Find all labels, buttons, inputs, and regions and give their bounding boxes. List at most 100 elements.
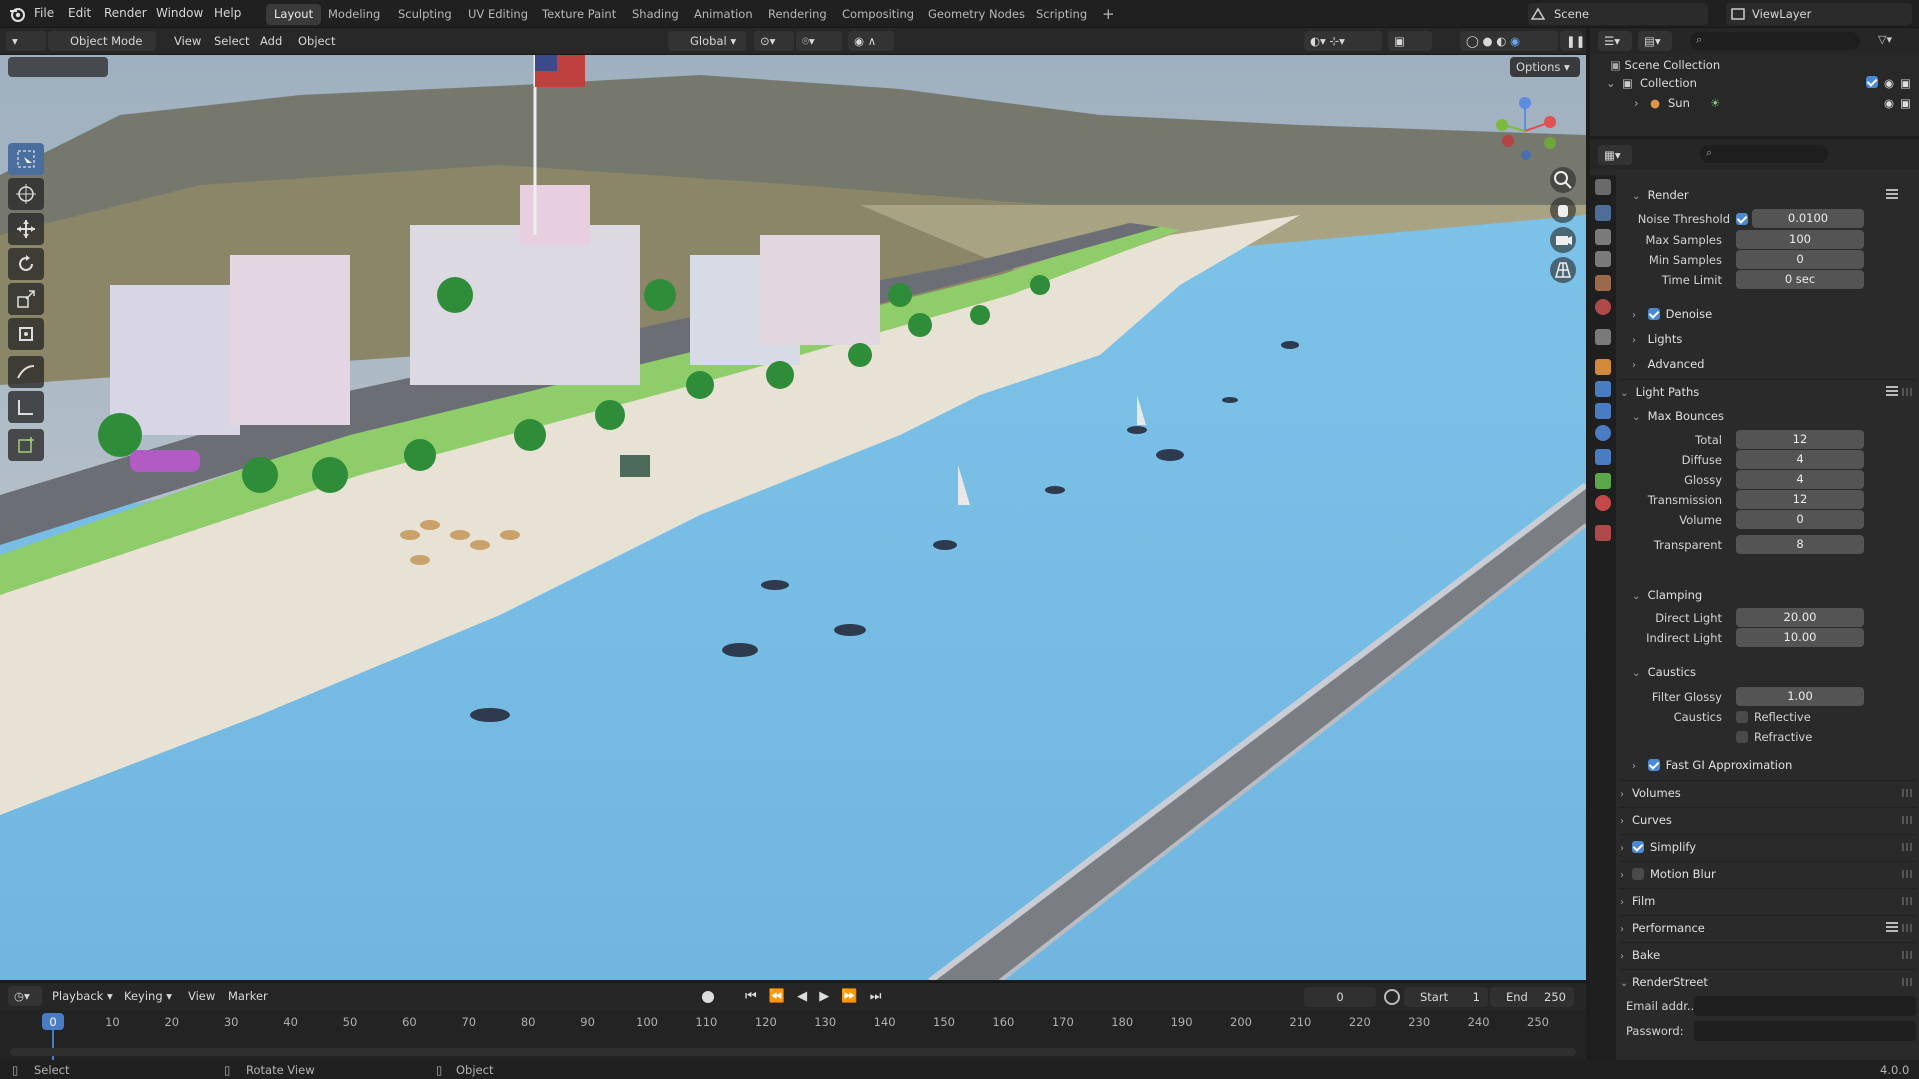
- timeline-scrollbar[interactable]: [10, 1048, 1576, 1056]
- menu-help[interactable]: Help: [214, 6, 241, 20]
- perspective-toggle-button[interactable]: [1550, 257, 1576, 283]
- tab-modeling[interactable]: Modeling: [320, 4, 388, 25]
- scale-tool[interactable]: [8, 283, 44, 315]
- bounce-value-field[interactable]: 4: [1736, 450, 1864, 469]
- simplify-panel[interactable]: › Simplify: [1620, 834, 1916, 858]
- cursor-tool[interactable]: [8, 178, 44, 210]
- bounce-value-field[interactable]: 12: [1736, 490, 1864, 509]
- menu-marker[interactable]: Marker: [222, 986, 274, 1006]
- zoom-button[interactable]: [1550, 167, 1576, 193]
- end-frame-field[interactable]: End 250: [1490, 987, 1574, 1007]
- constraints-tab-icon[interactable]: [1595, 449, 1611, 465]
- start-frame-field[interactable]: Start 1: [1404, 987, 1488, 1007]
- scene-tab-icon[interactable]: [1595, 275, 1611, 291]
- shading-mode-buttons[interactable]: ◯ ● ◐ ◉: [1460, 31, 1558, 51]
- clamping-subpanel[interactable]: ⌄ Clamping: [1632, 583, 1916, 607]
- noise-threshold-field[interactable]: 0.0100: [1752, 209, 1864, 228]
- bake-panel[interactable]: › Bake: [1620, 942, 1916, 966]
- sun-data-icon[interactable]: ☀: [1710, 96, 1720, 110]
- bounce-value-field[interactable]: 4: [1736, 470, 1864, 489]
- select-mode-buttons[interactable]: [8, 57, 108, 77]
- editor-type-button[interactable]: ▾: [6, 31, 46, 51]
- bounce-value-field[interactable]: 8: [1736, 535, 1864, 554]
- denoise-subpanel[interactable]: › Denoise: [1632, 302, 1916, 326]
- tab-compositing[interactable]: Compositing: [834, 4, 922, 25]
- max-bounces-subpanel[interactable]: ⌄ Max Bounces: [1632, 404, 1916, 428]
- drag-grip-icon[interactable]: [1902, 789, 1912, 797]
- menu-edit[interactable]: Edit: [68, 6, 91, 20]
- outliner-search-input[interactable]: ⌕: [1690, 32, 1860, 50]
- bounce-value-field[interactable]: 12: [1736, 430, 1864, 449]
- volumes-panel[interactable]: › Volumes: [1620, 780, 1916, 804]
- tool-tab-icon[interactable]: [1595, 179, 1611, 195]
- modifier-tab-icon[interactable]: [1595, 381, 1611, 397]
- renderstreet-panel[interactable]: ⌄ RenderStreet: [1620, 969, 1916, 993]
- rotate-tool[interactable]: [8, 248, 44, 280]
- tab-shading[interactable]: Shading: [624, 4, 687, 25]
- refractive-option[interactable]: Refractive: [1736, 727, 1812, 747]
- fast-gi-checkbox[interactable]: [1647, 759, 1660, 771]
- tab-rendering[interactable]: Rendering: [760, 4, 835, 25]
- sun-row[interactable]: › ● Sun ☀ ◉ ▣: [1596, 96, 1916, 114]
- presets-icon[interactable]: [1886, 922, 1898, 932]
- drag-grip-icon[interactable]: [1902, 843, 1912, 851]
- xray-button[interactable]: ▣: [1388, 31, 1432, 51]
- min-samples-field[interactable]: 0: [1736, 250, 1864, 269]
- material-shading-icon[interactable]: ◐: [1496, 34, 1506, 48]
- filter-icon[interactable]: ▽▾: [1878, 33, 1892, 46]
- collapse-chevron-icon[interactable]: ⌄: [1606, 76, 1616, 90]
- scene-selector[interactable]: Scene: [1528, 3, 1708, 25]
- outliner-editor-type[interactable]: ☰▾: [1598, 31, 1632, 51]
- tab-animation[interactable]: Animation: [686, 4, 761, 25]
- transform-orientation[interactable]: Global ▾: [668, 31, 746, 51]
- particles-tab-icon[interactable]: [1595, 403, 1611, 419]
- view-layer-tab-icon[interactable]: [1595, 251, 1611, 267]
- properties-editor-type[interactable]: ▦▾: [1598, 145, 1632, 165]
- transform-tool[interactable]: [8, 318, 44, 350]
- light-paths-panel[interactable]: ⌄ Light Paths: [1620, 379, 1916, 403]
- bounce-value-field[interactable]: 0: [1736, 510, 1864, 529]
- performance-panel[interactable]: › Performance: [1620, 915, 1916, 939]
- menu-playback[interactable]: Playback ▾: [46, 986, 119, 1006]
- menu-file[interactable]: File: [34, 6, 54, 20]
- timeline-editor-type[interactable]: ◷▾: [8, 986, 42, 1006]
- camera-render-icon[interactable]: ▣: [1900, 76, 1911, 90]
- collection-checkbox[interactable]: [1866, 76, 1878, 88]
- add-workspace-button[interactable]: +: [1094, 4, 1123, 25]
- menu-select[interactable]: Select: [208, 31, 255, 51]
- playback-controls[interactable]: ⏮ ⏪ ◀ ▶ ⏩ ⏭: [745, 989, 885, 1004]
- pan-button[interactable]: [1550, 197, 1576, 223]
- select-box-tool[interactable]: [8, 143, 44, 175]
- physics-tab-icon[interactable]: [1595, 425, 1611, 441]
- blender-logo-icon[interactable]: [8, 5, 26, 23]
- email-field[interactable]: [1694, 996, 1916, 1016]
- rendered-scene[interactable]: [0, 55, 1586, 980]
- sun-render-icon[interactable]: ▣: [1900, 96, 1911, 110]
- view-layer-selector[interactable]: ViewLayer: [1726, 3, 1912, 25]
- refractive-checkbox[interactable]: [1736, 731, 1748, 743]
- record-button[interactable]: [702, 991, 714, 1003]
- noise-threshold-checkbox[interactable]: [1736, 213, 1748, 225]
- render-tab-icon[interactable]: [1595, 205, 1611, 221]
- menu-window[interactable]: Window: [156, 6, 203, 20]
- drag-grip-icon[interactable]: [1902, 978, 1912, 986]
- collection-tab-icon[interactable]: [1595, 329, 1611, 345]
- pause-render-button[interactable]: ❚❚: [1560, 31, 1585, 51]
- password-field[interactable]: [1694, 1021, 1916, 1041]
- tab-uv-editing[interactable]: UV Editing: [460, 4, 536, 25]
- pivot-point-button[interactable]: ⊙▾: [754, 31, 794, 51]
- expand-chevron-icon[interactable]: ›: [1634, 96, 1639, 110]
- menu-keying[interactable]: Keying ▾: [118, 986, 178, 1006]
- options-button[interactable]: Options ▾: [1510, 57, 1580, 77]
- scene-collection-row[interactable]: ▣ Scene Collection: [1610, 58, 1720, 72]
- menu-view[interactable]: View: [168, 31, 207, 51]
- display-mode-button[interactable]: ▤▾: [1638, 31, 1672, 51]
- measure-tool[interactable]: [8, 391, 44, 423]
- wireframe-shading-icon[interactable]: ◯: [1466, 34, 1479, 48]
- mode-selector[interactable]: Object Mode ▾: [48, 31, 156, 68]
- fast-gi-subpanel[interactable]: › Fast GI Approximation: [1632, 753, 1916, 777]
- object-tab-icon[interactable]: [1595, 359, 1611, 375]
- output-tab-icon[interactable]: [1595, 229, 1611, 245]
- data-tab-icon[interactable]: [1595, 473, 1611, 489]
- tab-texture-paint[interactable]: Texture Paint: [534, 4, 624, 25]
